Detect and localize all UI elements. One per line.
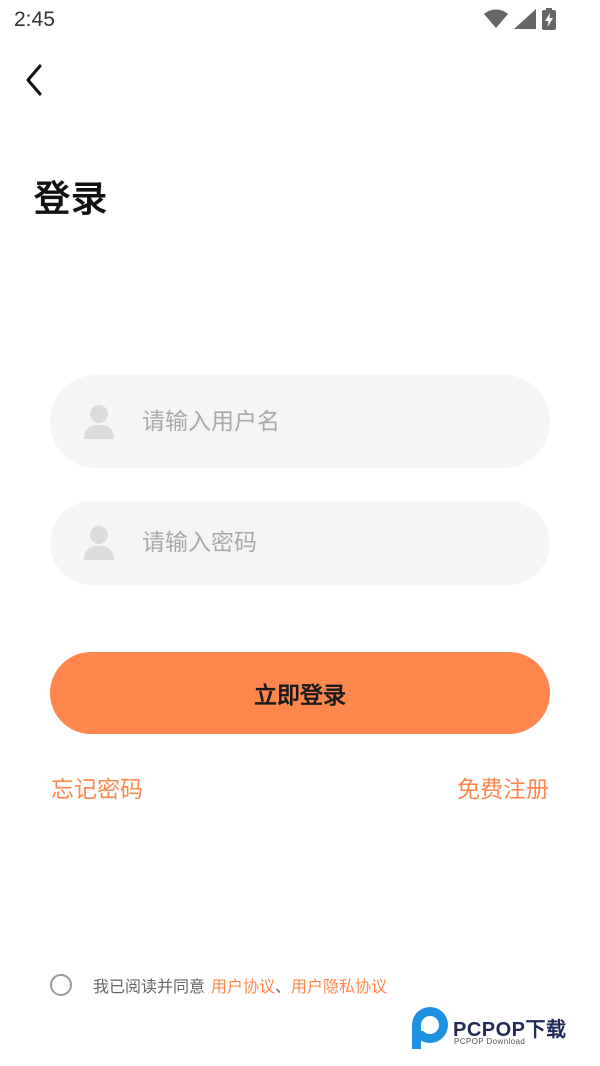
page-title: 登录	[34, 179, 109, 220]
password-input[interactable]	[142, 501, 520, 585]
agreement-row: 我已阅读并同意 用户协议 、 用户隐私协议	[50, 973, 387, 997]
status-icons	[484, 8, 556, 30]
forgot-password-link[interactable]: 忘记密码	[51, 770, 143, 804]
user-icon	[84, 404, 114, 439]
user-icon	[84, 526, 114, 560]
back-button[interactable]	[20, 62, 50, 98]
status-time: 2:45	[14, 8, 55, 31]
agreement-separator: 、	[275, 977, 292, 996]
status-bar: 2:45	[0, 0, 600, 40]
battery-charging-icon	[542, 8, 556, 30]
user-agreement-link[interactable]: 用户协议	[211, 973, 275, 997]
register-link[interactable]: 免费注册	[457, 770, 549, 804]
privacy-policy-link[interactable]: 用户隐私协议	[291, 973, 387, 997]
agreement-prefix: 我已阅读并同意	[93, 977, 206, 996]
username-input[interactable]	[142, 375, 520, 468]
signal-icon	[514, 9, 536, 29]
login-button[interactable]: 立即登录	[50, 652, 550, 734]
pcpop-logo-icon	[412, 1007, 448, 1049]
agreement-checkbox[interactable]	[50, 974, 72, 996]
username-field[interactable]	[50, 375, 550, 468]
password-field[interactable]	[50, 501, 550, 585]
watermark: PCPOP下载 PCPOP Download	[408, 1005, 594, 1053]
wifi-icon	[484, 9, 508, 28]
watermark-subtext: PCPOP Download	[454, 1037, 526, 1046]
chevron-left-icon	[26, 64, 42, 96]
